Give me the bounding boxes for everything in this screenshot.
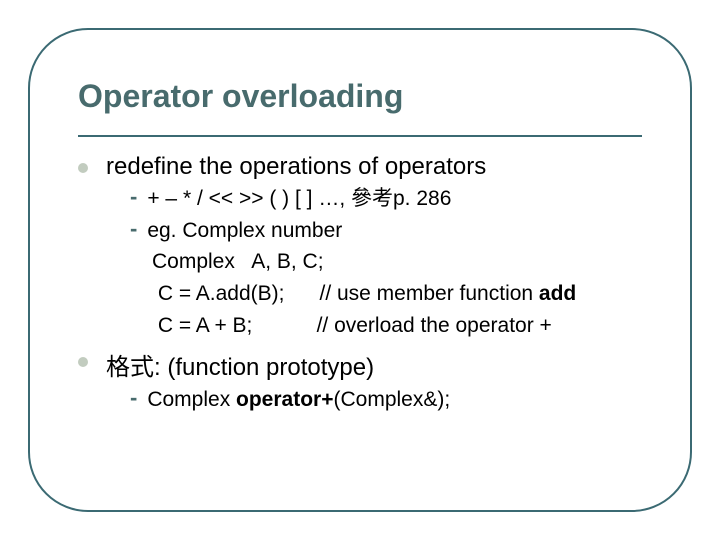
sub-operators: - + – * / << >> ( ) [ ] …, 參考p. 286: [130, 185, 642, 213]
dash-icon: -: [130, 386, 137, 410]
title-rule: [78, 135, 642, 137]
code-add-operator: C = A + B; // overload the operator +: [152, 311, 642, 341]
slide-title: Operator overloading: [78, 78, 642, 121]
proto-pre: Complex: [147, 388, 236, 411]
sub-text: eg. Complex number: [147, 217, 342, 245]
bullet-dot-icon: [78, 163, 88, 173]
bullet-dot-icon: [78, 357, 88, 367]
code-decl: Complex A, B, C;: [152, 247, 642, 277]
bullet-text: redefine the operations of operators: [106, 153, 486, 181]
sub-example: - eg. Complex number: [130, 217, 642, 245]
code-add-member: C = A.add(B); // use member function add: [152, 279, 642, 309]
sub-text: + – * / << >> ( ) [ ] …, 參考p. 286: [147, 185, 451, 213]
sub-prototype: - Complex operator+(Complex&);: [130, 386, 642, 414]
bullet-format: 格式: (function prototype): [78, 347, 642, 382]
dash-icon: -: [130, 185, 137, 209]
proto-bold: operator+: [236, 388, 333, 411]
slide-frame: Operator overloading redefine the operat…: [28, 28, 692, 512]
code-bold: add: [539, 282, 576, 305]
dash-icon: -: [130, 217, 137, 241]
bullet-redefine: redefine the operations of operators: [78, 153, 642, 181]
bullet-text: 格式: (function prototype): [106, 347, 374, 382]
sub-text: Complex operator+(Complex&);: [147, 386, 450, 414]
proto-post: (Complex&);: [333, 388, 450, 411]
code-text: C = A.add(B); // use member function: [152, 282, 539, 305]
